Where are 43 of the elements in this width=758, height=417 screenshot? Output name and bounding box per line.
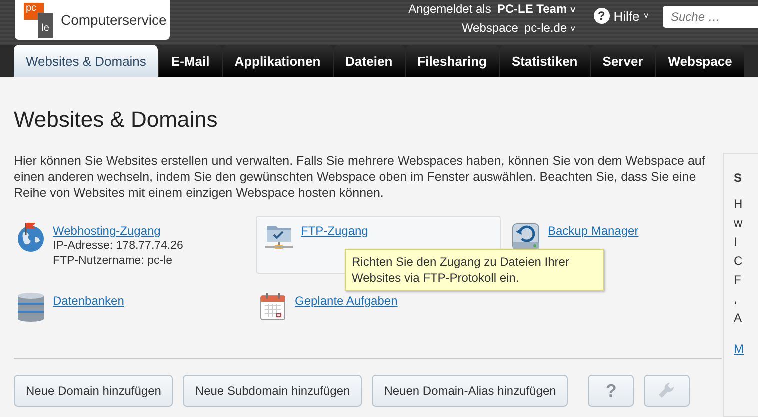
panel-text: I [734, 234, 738, 250]
nav-tab[interactable]: Filesharing [406, 45, 499, 77]
nav-tab[interactable]: Server [590, 45, 656, 77]
panel-text: , [734, 291, 738, 307]
tool-link[interactable]: Webhosting-Zugang [53, 224, 184, 239]
panel-link[interactable]: M [734, 341, 758, 357]
tool-link[interactable]: Geplante Aufgaben [295, 294, 398, 309]
tool-link[interactable]: FTP-Zugang [301, 224, 368, 239]
panel-text: C [734, 253, 744, 269]
help-menu[interactable]: ? Hilfe ˅ [594, 8, 649, 24]
nav-tab[interactable]: Webspace [656, 45, 744, 77]
intro-text: Hier können Sie Websites erstellen und verwalten. Falls Sie mehrere Webspaces haben, können Sie von dem Webspace auf einen anderen wechseln, indem Sie den gewünschten Webspace oben im Fenster auswählen. Beachten Sie, dass Sie eine Reihe von Websites mit einem einzigen Webspace hosten können. [14, 153, 706, 201]
nav-tab[interactable]: Websites & Domains [14, 45, 158, 77]
webspace-label: Webspace [462, 20, 518, 37]
wrench-icon [658, 382, 676, 400]
login-label: Angemeldet als [408, 1, 492, 18]
panel-text: A [734, 310, 744, 326]
panel-text: F [734, 272, 742, 288]
nav-tab[interactable]: Applikationen [222, 45, 333, 77]
settings-button[interactable] [644, 375, 690, 407]
help-icon: ? [594, 8, 610, 24]
nav-tab[interactable]: E-Mail [159, 45, 222, 77]
nav-tab[interactable]: Dateien [334, 45, 405, 77]
action-button[interactable]: Neue Subdomain hinzufügen [183, 375, 362, 407]
tool-link[interactable]: Backup Manager [548, 224, 639, 239]
database-icon [15, 291, 47, 323]
tool-detail: FTP-Nutzername: pc-le [53, 254, 174, 269]
panel-title: S [734, 170, 744, 186]
webspace-menu[interactable]: pc-le.de ˅ [524, 19, 576, 38]
panel-text: H [734, 196, 744, 212]
action-button[interactable]: Neuen Domain-Alias hinzufügen [372, 375, 568, 407]
tool-detail: IP-Adresse: 178.77.74.26 [53, 239, 184, 254]
logo-text: le [38, 12, 53, 38]
search-field[interactable]: Suche … [663, 6, 758, 28]
tool-link[interactable]: Datenbanken [53, 294, 124, 309]
tooltip: Richten Sie den Zugang zu Dateien Ihrer Websites via FTP-Protokoll ein. [345, 249, 604, 291]
user-menu[interactable]: PC-LE Team ˅ [497, 0, 576, 19]
panel-text: w [734, 215, 744, 231]
action-button[interactable]: Neue Domain hinzufügen [14, 375, 174, 407]
brand-name: Computerservice [61, 12, 167, 28]
globe-icon [15, 221, 47, 253]
page-title: Websites & Domains [14, 107, 219, 133]
nav-tab[interactable]: Statistiken [500, 45, 590, 77]
